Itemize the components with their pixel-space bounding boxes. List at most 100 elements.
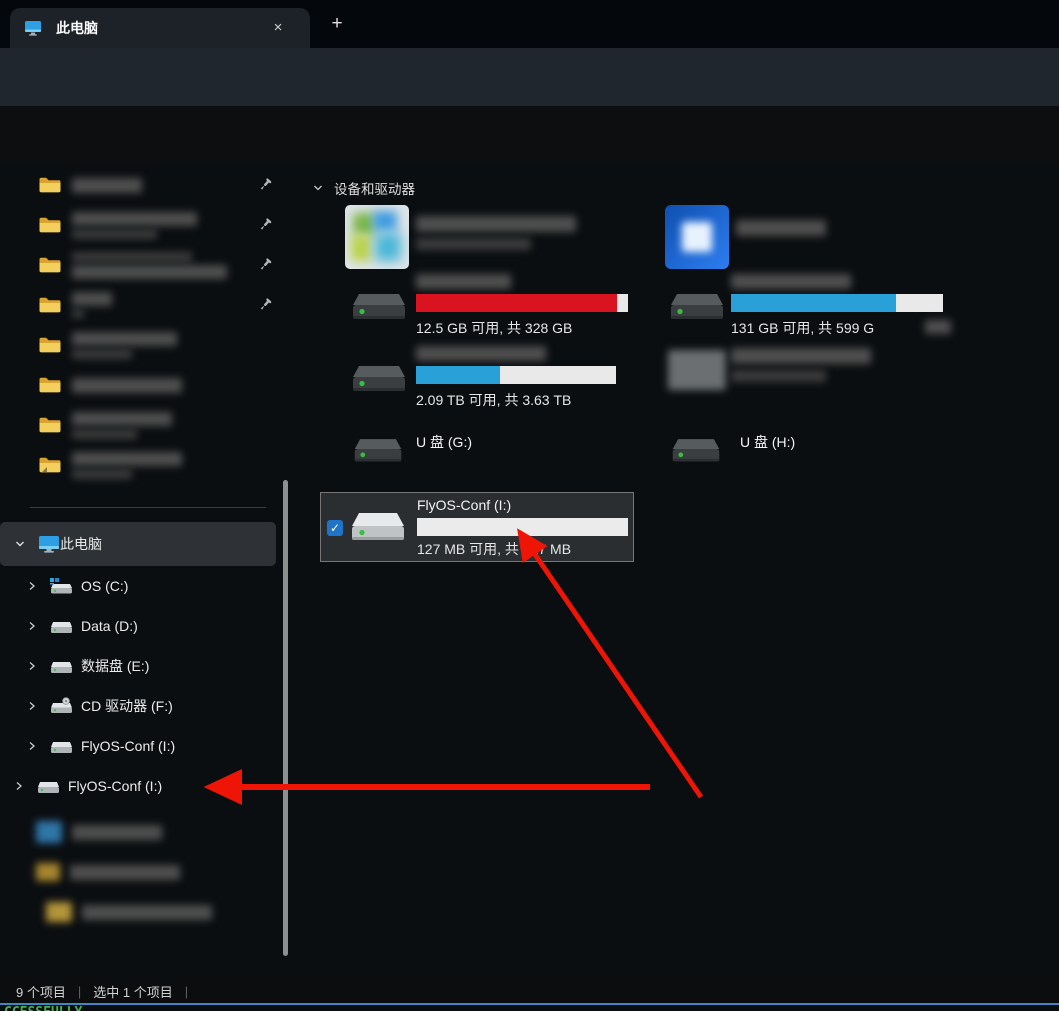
chevron-collapsed-icon[interactable]: [27, 580, 37, 592]
tile-drive-blurred[interactable]: [640, 344, 952, 410]
sidebar-blurred-item[interactable]: [0, 812, 276, 852]
this-pc-monitor-icon: [38, 535, 60, 553]
sidebar-blurred-item[interactable]: [0, 892, 276, 932]
drive-icon: [350, 286, 408, 324]
tile-drive-599gb[interactable]: 131 GB 可用, 共 599 G: [640, 272, 952, 338]
folder-shortcut-icon: [38, 455, 62, 475]
sidebar-pinned-item[interactable]: [0, 285, 276, 325]
tile-computer[interactable]: [345, 205, 409, 269]
chevron-collapsed-icon[interactable]: [27, 700, 37, 712]
blurred-item-name: [72, 825, 162, 840]
sidebar-divider: [30, 507, 266, 508]
drive-label: FlyOS-Conf (I:): [68, 778, 162, 794]
sidebar-pinned-item[interactable]: [0, 165, 276, 205]
sidebar-pinned-item[interactable]: [0, 405, 276, 445]
blurred-drive-subtext: [731, 370, 826, 382]
sidebar-pinned-item[interactable]: [0, 245, 276, 285]
items-count: 9 个项目: [16, 982, 66, 1001]
sidebar-item-cd-f[interactable]: CD 驱动器 (F:): [0, 686, 276, 726]
sidebar-item-data-e[interactable]: 数据盘 (E:): [0, 646, 276, 686]
cd-drive-icon: [49, 697, 73, 715]
sidebar-pinned-item[interactable]: [0, 325, 276, 365]
section-devices-and-drives[interactable]: 设备和驱动器: [312, 178, 415, 198]
this-pc-label: 此电脑: [60, 534, 102, 554]
pin-icon: [256, 296, 274, 314]
blurred-drive-name: [731, 348, 871, 364]
blurred-pc-icon: [351, 235, 371, 261]
drive-icon: [668, 286, 726, 324]
tile-flyos-conf-selected[interactable]: ✓ FlyOS-Conf (I:) 127 MB 可用, 共 127 MB: [320, 492, 634, 562]
capacity-text: 2.09 TB 可用, 共 3.63 TB: [416, 390, 571, 410]
pin-icon: [256, 256, 274, 274]
sidebar-item-this-pc[interactable]: 此电脑: [0, 522, 276, 566]
blurred-folder-name: [72, 265, 227, 279]
capacity-text: 127 MB 可用, 共 127 MB: [417, 539, 571, 559]
blurred-folder-subtext: [72, 309, 84, 318]
tab-close-button[interactable]: ×: [268, 18, 288, 38]
blurred-drive-name: [416, 274, 511, 289]
drive-label: 数据盘 (E:): [81, 656, 149, 676]
tab-this-pc[interactable]: 此电脑 ×: [10, 8, 310, 48]
usage-bar: [416, 294, 628, 312]
folder-icon: [38, 375, 62, 395]
chevron-collapsed-icon[interactable]: [27, 740, 37, 752]
chevron-collapsed-icon[interactable]: [27, 660, 37, 672]
section-label: 设备和驱动器: [334, 178, 415, 198]
pin-icon: [256, 216, 274, 234]
blurred-pc-icon: [353, 213, 375, 235]
sidebar-pinned-item[interactable]: [0, 205, 276, 245]
new-tab-button[interactable]: +: [324, 14, 350, 36]
tile-usb-h[interactable]: U 盘 (H:): [640, 422, 952, 472]
sidebar-pinned-item[interactable]: [0, 445, 276, 485]
folder-icon: [38, 415, 62, 435]
tile-windows-item[interactable]: [665, 205, 729, 269]
tile-drive-328gb[interactable]: 12.5 GB 可用, 共 328 GB: [320, 272, 632, 338]
selected-count: 选中 1 个项目: [93, 982, 172, 1001]
blurred-folder-name: [72, 212, 197, 226]
folder-icon: [38, 295, 62, 315]
navigation-bar: ← → ↑ 此电脑: [0, 48, 1059, 106]
blurred-tile-name: [416, 216, 576, 232]
sidebar-item-os-c[interactable]: OS (C:): [0, 566, 276, 606]
capacity-text: 12.5 GB 可用, 共 328 GB: [416, 318, 572, 338]
blurred-folder-subtext: [72, 349, 132, 359]
blurred-folder-subtext: [72, 229, 157, 239]
flyos-name: FlyOS-Conf (I:): [417, 497, 511, 513]
this-pc-monitor-icon: [24, 20, 42, 36]
file-explorer-window: 此电脑 × + ← → ↑ 此电脑: [0, 0, 1059, 1011]
blurred-folder-name: [72, 452, 182, 466]
selection-checkbox[interactable]: ✓: [327, 520, 343, 536]
drive-label: FlyOS-Conf (I:): [81, 738, 175, 754]
sidebar-item-data-d[interactable]: Data (D:): [0, 606, 276, 646]
blurred-folder-icon: [46, 902, 72, 922]
sidebar-pinned-item[interactable]: [0, 365, 276, 405]
status-separator: |: [185, 984, 188, 999]
blurred-folder-name: [72, 178, 142, 193]
blurred-folder-name: [72, 292, 112, 306]
sidebar-item-flyos-child[interactable]: FlyOS-Conf (I:): [0, 726, 276, 766]
capacity-text: 131 GB 可用, 共 599 G: [731, 318, 874, 338]
blurred-pc-icon: [375, 233, 401, 261]
blurred-folder-subtext: [72, 469, 132, 479]
main-panel: 设备和驱动器: [300, 164, 1059, 978]
blurred-windows-logo: [682, 222, 712, 252]
chevron-collapsed-icon[interactable]: [27, 620, 37, 632]
sidebar-scrollbar[interactable]: [283, 480, 288, 956]
chevron-expanded-icon[interactable]: [14, 538, 26, 550]
usage-bar: [417, 518, 628, 536]
drive-icon: [49, 737, 73, 755]
tab-strip: 此电脑 × +: [0, 0, 1059, 48]
drive-label: CD 驱动器 (F:): [81, 696, 173, 716]
tile-usb-g[interactable]: U 盘 (G:): [320, 422, 632, 472]
usage-fill: [416, 366, 500, 384]
chevron-collapsed-icon[interactable]: [14, 780, 24, 792]
status-bar: 9 个项目 | 选中 1 个项目 |: [0, 978, 1059, 1004]
sidebar-blurred-item[interactable]: [0, 852, 276, 892]
tile-drive-3tb[interactable]: 2.09 TB 可用, 共 3.63 TB: [320, 344, 632, 410]
blurred-tile-subtext: [416, 238, 531, 250]
drive-icon: [352, 432, 404, 466]
sidebar-item-flyos-root[interactable]: FlyOS-Conf (I:): [0, 766, 276, 806]
folder-icon: [38, 255, 62, 275]
drive-icon: [49, 657, 73, 675]
folder-icon: [38, 175, 62, 195]
